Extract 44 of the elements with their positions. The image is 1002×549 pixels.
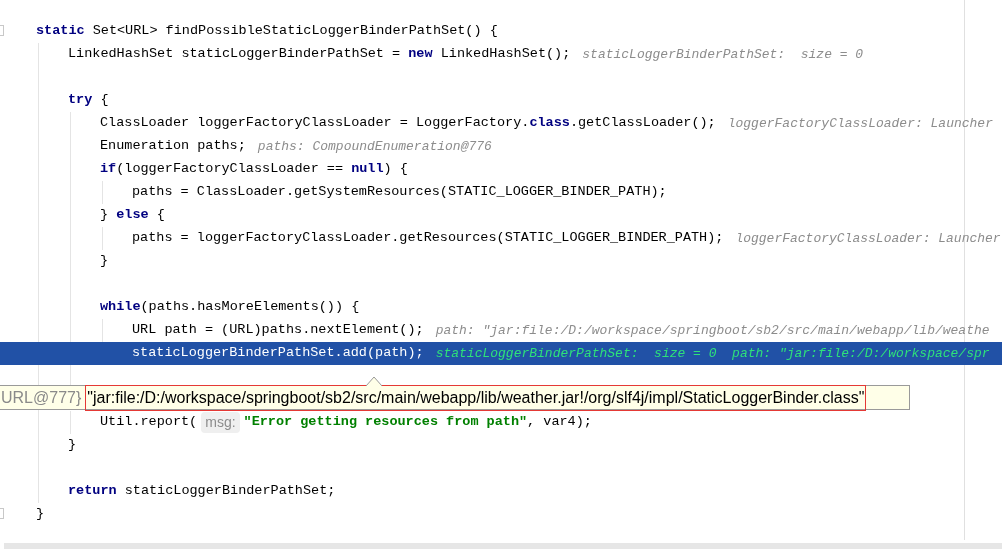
- inline-debug-value: staticLoggerBinderPathSet: size = 0: [582, 45, 864, 64]
- tooltip-type-label: URL@777}: [0, 387, 83, 408]
- inline-debug-value: loggerFactoryClassLoader: Launcher: [735, 229, 1001, 248]
- code-text: paths = ClassLoader.getSystemResources(STATIC_LOGGER_BINDER_PATH);: [132, 183, 667, 202]
- code-text: paths = loggerFactoryClassLoader.getResources(STATIC_LOGGER_BINDER_PATH);: [132, 229, 724, 248]
- code-keyword: else: [116, 206, 149, 225]
- code-text: }: [100, 252, 109, 271]
- code-text: Util.report(: [100, 413, 198, 432]
- code-text: }: [36, 505, 45, 524]
- code-text: {: [155, 206, 165, 225]
- inline-debug-value: staticLoggerBinderPathSet: size = 0 path: "jar:file:/D:/workspace/spr: [435, 344, 990, 363]
- code-text: .getClassLoader();: [569, 114, 716, 133]
- code-text: (loggerFactoryClassLoader ==: [116, 160, 345, 179]
- code-text: LinkedHashSet();: [439, 45, 571, 64]
- code-text: ) {: [383, 160, 408, 179]
- code-text: }: [68, 436, 77, 455]
- inline-debug-value: paths: CompoundEnumeration@776: [257, 137, 492, 156]
- code-text: LinkedHashSet staticLoggerBinderPathSet =: [68, 45, 402, 64]
- code-text: staticLoggerBinderPathSet.add(path);: [132, 344, 424, 363]
- fold-marker-icon[interactable]: [0, 508, 4, 519]
- parameter-hint: msg:: [201, 412, 240, 433]
- code-text: staticLoggerBinderPathSet;: [123, 482, 336, 501]
- inline-debug-value: loggerFactoryClassLoader: Launcher: [727, 114, 993, 133]
- string-literal: "Error getting resources from path": [243, 413, 528, 432]
- code-text: }: [100, 206, 110, 225]
- code-keyword: class: [529, 114, 570, 133]
- code-keyword: try: [68, 91, 93, 110]
- code-keyword: new: [408, 45, 433, 64]
- horizontal-scrollbar[interactable]: [4, 543, 1002, 549]
- code-text: (paths.hasMoreElements()) {: [140, 298, 360, 317]
- code-keyword: static: [36, 22, 85, 41]
- code-text: {: [99, 91, 109, 110]
- code-keyword: if: [100, 160, 117, 179]
- tooltip-value: "jar:file:/D:/workspace/springboot/sb2/src/main/webapp/lib/weather.jar!/org/slf4j/impl/StaticLoggerBinder.class": [85, 384, 867, 411]
- code-text: Set<URL> findPossibleStaticLoggerBinderPathSet() {: [91, 22, 498, 41]
- code-text: URL path = (URL)paths.nextElement();: [132, 321, 424, 340]
- code-text: ClassLoader loggerFactoryClassLoader = LoggerFactory.: [100, 114, 530, 133]
- code-text: , var4);: [527, 413, 592, 432]
- code-keyword: return: [68, 482, 117, 501]
- code-keyword: null: [351, 160, 384, 179]
- inline-debug-value: path: "jar:file:/D:/workspace/springboot/sb2/src/main/webapp/lib/weathe: [435, 321, 990, 340]
- fold-marker-icon[interactable]: [0, 25, 4, 36]
- code-keyword: while: [100, 298, 141, 317]
- code-text: Enumeration paths;: [100, 137, 246, 156]
